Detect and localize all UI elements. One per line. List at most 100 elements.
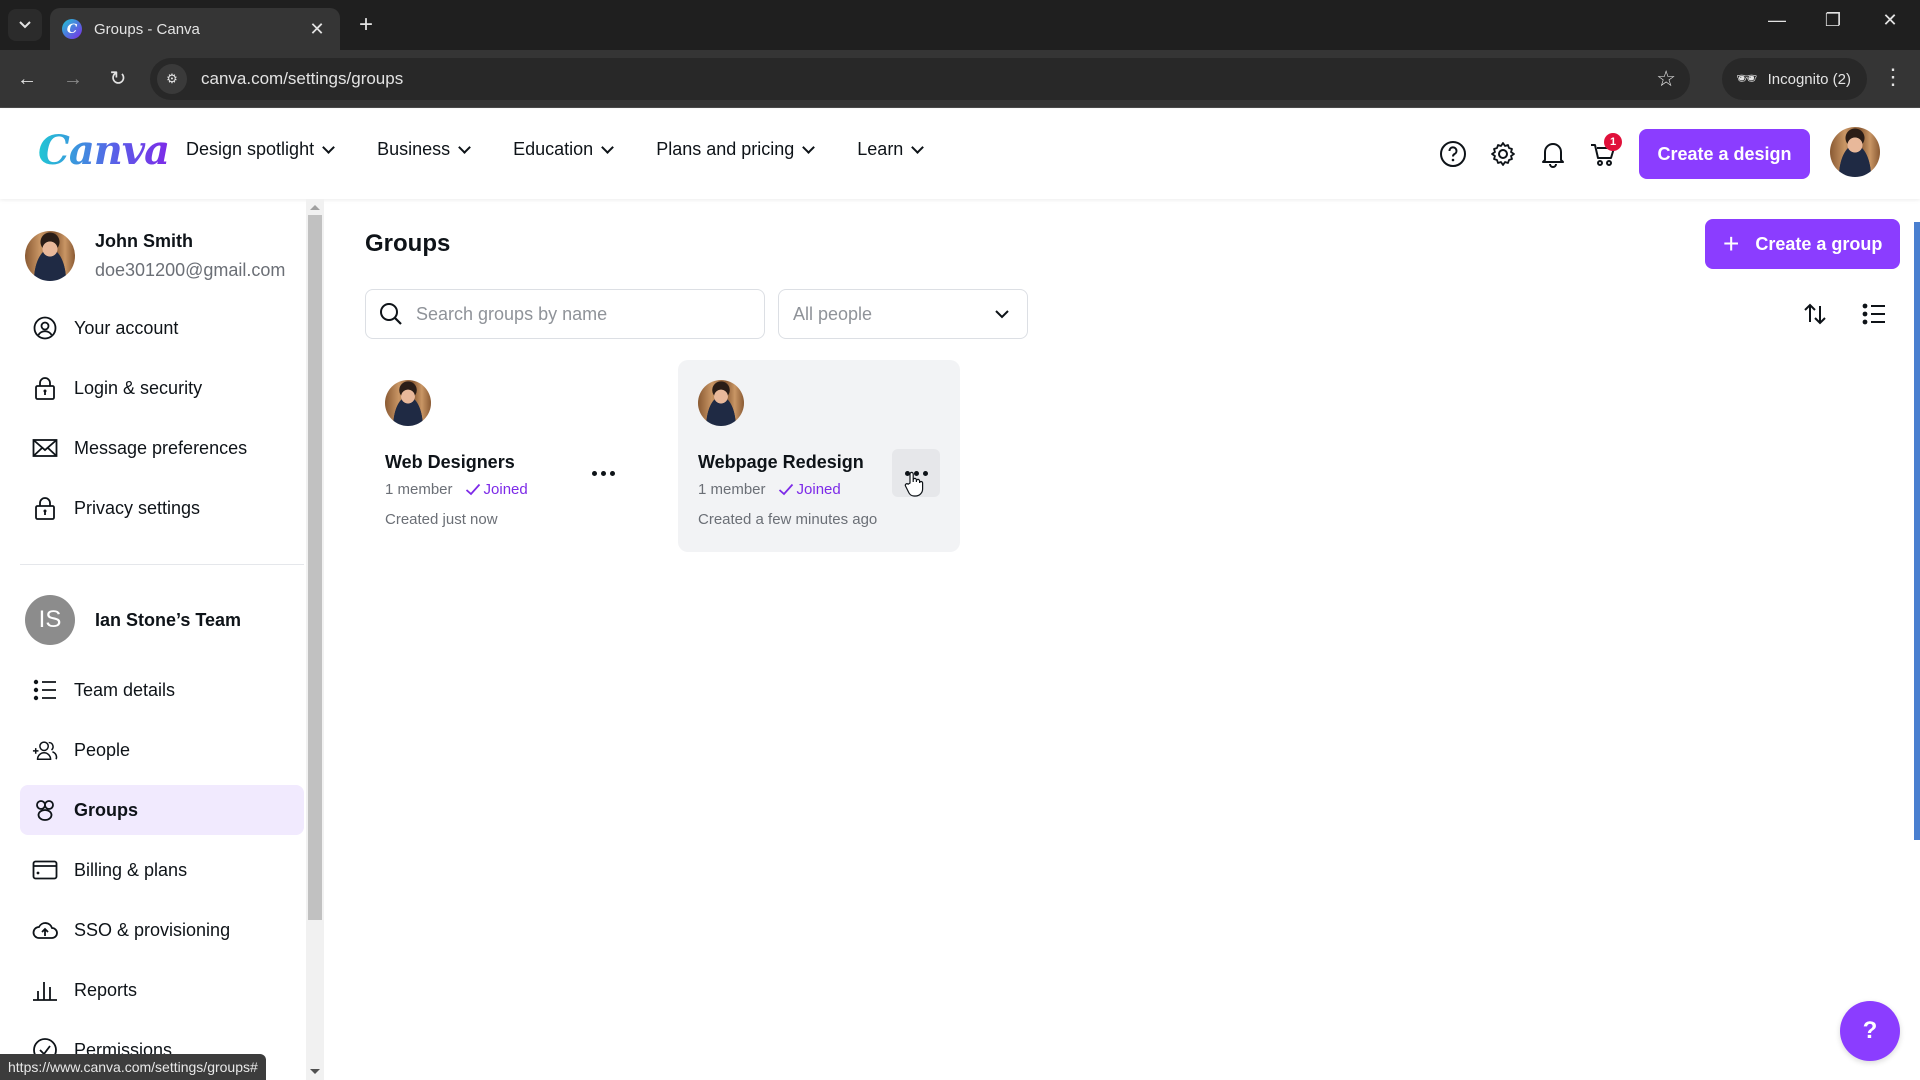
main-scrollbar[interactable] <box>1914 222 1920 840</box>
team-menu: Team details People Groups Billing & pla… <box>20 665 304 1080</box>
user-profile: John Smith doe301200@gmail.com <box>25 231 285 281</box>
filter-selected-value: All people <box>793 303 873 324</box>
nav-plans-pricing[interactable]: Plans and pricing <box>656 139 816 160</box>
browser-tab-bar: C Groups - Canva ✕ + — ❐ ✕ <box>0 0 1920 50</box>
sort-button[interactable] <box>1799 298 1831 330</box>
list-view-button[interactable] <box>1858 298 1890 330</box>
canva-favicon-icon: C <box>62 19 82 39</box>
joined-status: Joined <box>465 481 528 498</box>
sidebar-item-label: Team details <box>74 679 176 700</box>
cloud-lock-icon <box>32 917 58 943</box>
nav-label: Design spotlight <box>186 139 315 159</box>
tab-close-icon[interactable]: ✕ <box>306 19 328 40</box>
scroll-down-arrow-icon[interactable] <box>310 1069 320 1074</box>
hand-pointer-cursor-icon <box>904 471 924 497</box>
group-card[interactable]: Web Designers 1 member Joined Created ju… <box>365 360 647 552</box>
sidebar-item-label: SSO & provisioning <box>74 919 231 940</box>
sidebar-item-your-account[interactable]: Your account <box>20 303 304 353</box>
browser-tab[interactable]: C Groups - Canva ✕ <box>50 8 340 50</box>
sidebar-item-privacy-settings[interactable]: Privacy settings <box>20 483 304 533</box>
list-icon <box>32 677 58 703</box>
close-window-button[interactable]: ✕ <box>1870 10 1910 31</box>
sidebar-item-label: Groups <box>74 799 139 820</box>
new-tab-button[interactable]: + <box>352 11 380 39</box>
scroll-up-arrow-icon[interactable] <box>310 205 320 210</box>
joined-label: Joined <box>796 481 841 498</box>
user-avatar <box>25 231 75 281</box>
group-name[interactable]: Webpage Redesign <box>698 452 864 473</box>
nav-learn[interactable]: Learn <box>857 139 925 160</box>
sidebar-scrollbar-thumb[interactable] <box>308 215 322 920</box>
sidebar-item-login-security[interactable]: Login & security <box>20 363 304 413</box>
nav-education[interactable]: Education <box>513 139 615 160</box>
incognito-icon: 🕶 <box>1736 69 1758 88</box>
sidebar-item-label: Your account <box>74 317 179 338</box>
sidebar-item-message-preferences[interactable]: Message preferences <box>20 423 304 473</box>
sidebar-item-label: Message preferences <box>74 437 248 458</box>
sidebar-item-billing-plans[interactable]: Billing & plans <box>20 845 304 895</box>
back-button[interactable]: ← <box>12 64 42 94</box>
account-menu: Your account Login & security Message pr… <box>20 303 304 543</box>
create-group-label: Create a group <box>1755 233 1883 254</box>
member-count: 1 member <box>385 481 453 498</box>
group-card[interactable]: Webpage Redesign 1 member Joined Created… <box>678 360 960 552</box>
forward-button[interactable]: → <box>58 64 88 94</box>
group-name[interactable]: Web Designers <box>385 452 515 473</box>
url-text[interactable]: canva.com/settings/groups <box>201 69 1656 89</box>
joined-label: Joined <box>483 481 528 498</box>
user-circle-icon <box>32 315 58 341</box>
nav-label: Plans and pricing <box>656 139 795 159</box>
canva-logo[interactable]: Canva <box>38 127 170 174</box>
nav-business[interactable]: Business <box>377 139 471 160</box>
address-bar[interactable]: ⚙ canva.com/settings/groups ☆ <box>150 58 1690 100</box>
cart-count-badge: 1 <box>1604 133 1622 151</box>
team-header: IS Ian Stone’s Team <box>25 595 241 645</box>
sidebar-item-label: People <box>74 739 131 760</box>
sidebar-divider <box>20 564 304 565</box>
plus-icon: + <box>1723 228 1740 259</box>
create-design-button[interactable]: Create a design <box>1639 129 1810 179</box>
add-people-icon <box>32 737 58 763</box>
sidebar-item-reports[interactable]: Reports <box>20 965 304 1015</box>
group-member-avatar <box>385 380 431 426</box>
notifications-button[interactable] <box>1538 139 1568 169</box>
help-circle-icon <box>1440 141 1466 167</box>
incognito-indicator[interactable]: 🕶 Incognito (2) <box>1722 58 1867 100</box>
help-button[interactable] <box>1438 139 1468 169</box>
link-status-bar: https://www.canva.com/settings/groups# <box>0 1054 266 1080</box>
tab-search-button[interactable] <box>8 9 42 41</box>
reload-button[interactable]: ↻ <box>103 64 133 94</box>
nav-design-spotlight[interactable]: Design spotlight <box>186 139 335 160</box>
group-more-options-button[interactable] <box>579 449 627 497</box>
settings-button[interactable] <box>1488 139 1518 169</box>
restore-button[interactable]: ❐ <box>1813 10 1853 31</box>
bookmark-star-icon[interactable]: ☆ <box>1656 66 1676 92</box>
team-name: Ian Stone’s Team <box>95 609 242 630</box>
cart-button[interactable]: 1 <box>1588 133 1622 169</box>
created-time: Created just now <box>385 511 498 528</box>
sidebar-item-label: Privacy settings <box>74 497 201 518</box>
create-group-button[interactable]: + Create a group <box>1705 219 1900 269</box>
tab-title: Groups - Canva <box>94 20 200 38</box>
site-info-icon[interactable]: ⚙ <box>157 64 187 94</box>
nav-label: Education <box>513 139 594 159</box>
sidebar-item-team-details[interactable]: Team details <box>20 665 304 715</box>
chevron-down-icon <box>995 309 1009 318</box>
search-groups-input[interactable] <box>416 303 746 325</box>
sidebar-item-people[interactable]: People <box>20 725 304 775</box>
people-filter-select[interactable]: All people <box>778 289 1028 339</box>
help-chat-button[interactable]: ? <box>1840 1001 1900 1061</box>
team-avatar: IS <box>25 595 75 645</box>
search-groups-field[interactable] <box>365 289 765 339</box>
profile-avatar[interactable] <box>1830 127 1880 177</box>
sidebar-item-groups[interactable]: Groups <box>20 785 304 835</box>
checkmark-icon <box>465 483 480 496</box>
minimize-button[interactable]: — <box>1757 10 1797 31</box>
chevron-down-icon <box>458 140 471 154</box>
browser-toolbar: ← → ↻ ⚙ canva.com/settings/groups ☆ 🕶 In… <box>0 50 1920 108</box>
member-count: 1 member <box>698 481 766 498</box>
browser-menu-icon[interactable]: ⋮ <box>1880 64 1906 90</box>
sidebar-item-sso-provisioning[interactable]: SSO & provisioning <box>20 905 304 955</box>
sidebar-item-label: Reports <box>74 979 138 1000</box>
sidebar-scrollbar[interactable] <box>306 199 324 1080</box>
